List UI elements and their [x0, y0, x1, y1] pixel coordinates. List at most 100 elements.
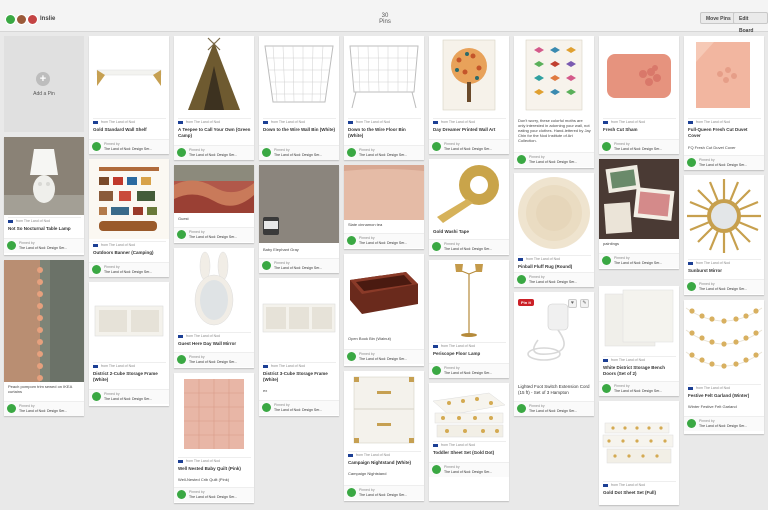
pin-card[interactable]: Peach pompom trim sewed on IKEA curtains… [4, 260, 84, 416]
pinner-avatar[interactable] [602, 384, 611, 393]
pin-title[interactable]: Festive Felt Garland (Winter) [688, 393, 761, 399]
pin-source[interactable]: from The Land of Nod [688, 384, 761, 392]
pin-image-rug[interactable] [514, 173, 594, 253]
pin-source[interactable]: from The Land of Nod [433, 441, 506, 449]
pin-card[interactable]: from The Land of Nod A Teepee to Call Yo… [174, 36, 254, 160]
pinner-avatar[interactable] [347, 236, 356, 245]
pinner-board-name[interactable]: The Land of Nod: Design Ser... [189, 360, 237, 364]
pinner-board-name[interactable]: The Land of Nod: Design Ser... [359, 357, 407, 361]
pin-title[interactable]: White District Storage Bench Doors (Set … [603, 365, 676, 376]
pinner-avatar[interactable] [687, 419, 696, 428]
pinner-info[interactable]: Pinned by The Land of Nod: Design Ser... [4, 401, 84, 416]
pinner-board-name[interactable]: The Land of Nod: Design Ser... [274, 153, 322, 157]
pinner-info[interactable]: Pinned by The Land of Nod: Design Ser... [89, 139, 169, 154]
pinner-info[interactable]: Pinned by The Land of Nod: Design Ser... [514, 152, 594, 167]
pin-image-nightstand[interactable] [344, 371, 424, 449]
pinner-board-name[interactable]: The Land of Nod: Design Ser... [614, 389, 662, 393]
pin-card[interactable]: from The Land of Nod Down to the Wire Fl… [344, 36, 424, 160]
pinner-board-name[interactable]: The Land of Nod: Design Ser... [529, 409, 577, 413]
pinner-info[interactable]: Pinned by The Land of Nod: Design Ser... [259, 258, 339, 273]
pin-image-paintings[interactable] [599, 159, 679, 239]
pinner-board-name[interactable]: The Land of Nod: Design Ser... [104, 270, 152, 274]
pinner-avatar[interactable] [687, 158, 696, 167]
pinner-board-name[interactable]: The Land of Nod: Design Ser... [189, 495, 237, 499]
pin-title[interactable]: Not So Nocturnal Table Lamp [8, 226, 81, 232]
pin-title[interactable]: District 2-Cube Storage Frame (White) [93, 371, 166, 382]
pin-title[interactable]: Gold Dot Sheet Set (Full) [603, 490, 676, 496]
pin-image-paint-swatch[interactable] [259, 165, 339, 243]
pin-card[interactable]: from The Land of Nod Gold Dot Sheet Set … [599, 401, 679, 505]
pin-title[interactable]: Lighted Foot Switch Extension Cord (15 f… [518, 384, 591, 395]
pin-card[interactable]: from The Land of Nod Guest Here Day Wall… [174, 248, 254, 368]
pinner-info[interactable]: Pinned by The Land of Nod: Design Ser... [429, 139, 509, 154]
pin-image-shelf[interactable] [89, 36, 169, 116]
pinner-board-name[interactable]: The Land of Nod: Design Ser... [444, 470, 492, 474]
pinner-avatar[interactable] [517, 155, 526, 164]
pin-card[interactable]: from The Land of Nod Full-Queen Fresh Cu… [684, 36, 764, 170]
pinner-board-name[interactable]: The Land of Nod: Design Ser... [19, 246, 67, 250]
pin-source[interactable]: from The Land of Nod [93, 118, 166, 126]
pinner-board-name[interactable]: The Land of Nod: Design Ser... [699, 424, 747, 428]
pin-card[interactable]: Baby Elephant Gray Pinned by The Land of … [259, 165, 339, 273]
pinner-info[interactable]: Pinned by The Land of Nod: Design Ser... [89, 389, 169, 404]
pin-card[interactable]: Gold Washi Tape Pinned by The Land of Nod… [429, 159, 509, 255]
pinner-avatar[interactable] [347, 488, 356, 497]
pinner-info[interactable]: Pinned by The Land of Nod: Design Ser... [344, 145, 424, 160]
pin-card[interactable]: from The Land of Nod District 3-Cube Sto… [259, 278, 339, 416]
pin-title[interactable]: Fresh Cut Sham [603, 127, 676, 133]
pin-title[interactable]: Sunburst Mirror [688, 268, 761, 274]
pin-image-wall-bin[interactable] [259, 36, 339, 116]
pin-card[interactable]: from The Land of Nod Not So Nocturnal Ta… [4, 137, 84, 255]
pinner-avatar[interactable] [177, 148, 186, 157]
pin-source[interactable]: from The Land of Nod [433, 118, 506, 126]
pin-source[interactable]: from The Land of Nod [178, 118, 251, 126]
pinner-avatar[interactable] [177, 490, 186, 499]
pin-title[interactable]: Day Dreamer Printed Wall Art [433, 127, 506, 133]
pinner-info[interactable]: Pinned by The Land of Nod: Design Ser... [174, 352, 254, 367]
pin-image-bench-doors[interactable] [599, 286, 679, 354]
pin-title[interactable]: Full-Queen Fresh Cut Duvet Cover [688, 127, 761, 138]
pin-image-lamp[interactable] [4, 137, 84, 215]
pinner-avatar[interactable] [262, 261, 271, 270]
pinner-info[interactable]: Pinned by The Land of Nod: Design Ser... [429, 462, 509, 477]
pin-card[interactable]: from The Land of Nod Well Nested Baby Qu… [174, 373, 254, 503]
pin-card[interactable]: from The Land of Nod White District Stor… [599, 286, 679, 396]
pin-card[interactable]: from The Land of Nod Periscope Floor Lam… [429, 260, 509, 378]
pin-card[interactable]: from The Land of Nod Outdoors Banner (Ca… [89, 159, 169, 277]
pin-source[interactable]: from The Land of Nod [688, 259, 761, 267]
pinner-info[interactable]: Pinned by The Land of Nod: Design Ser... [89, 262, 169, 277]
pinner-info[interactable]: Pinned by The Land of Nod: Design Ser... [514, 272, 594, 287]
pin-it-button[interactable]: Pin it [518, 299, 534, 306]
pinner-board-name[interactable]: The Land of Nod: Design Ser... [444, 371, 492, 375]
collaborator-avatar[interactable] [27, 14, 38, 25]
pin-image-floor-lamp[interactable] [429, 260, 509, 340]
pinner-info[interactable]: Pinned by The Land of Nod: Design Ser... [4, 238, 84, 253]
pinner-avatar[interactable] [347, 352, 356, 361]
pinner-avatar[interactable] [347, 148, 356, 157]
pin-title[interactable]: Periscope Floor Lamp [433, 351, 506, 357]
pin-title[interactable]: Outdoors Banner (Camping) [93, 250, 166, 256]
pinner-info[interactable]: Pinned by The Land of Nod: Design Ser... [344, 233, 424, 248]
pinner-avatar[interactable] [7, 404, 16, 413]
add-pin-card[interactable]: + Add a Pin [4, 36, 84, 132]
pinner-board-name[interactable]: The Land of Nod: Design Ser... [104, 147, 152, 151]
pin-image-banner[interactable] [89, 159, 169, 239]
pinner-avatar[interactable] [177, 355, 186, 364]
pinner-info[interactable]: Pinned by The Land of Nod: Design Ser... [344, 349, 424, 364]
pinner-avatar[interactable] [432, 366, 441, 375]
pin-source[interactable]: from The Land of Nod [603, 356, 676, 364]
edit-pencil-icon[interactable]: ✎ [580, 299, 589, 308]
pin-image-dot-sheets[interactable] [599, 401, 679, 479]
pinner-info[interactable]: Pinned by The Land of Nod: Design Ser... [684, 279, 764, 294]
pin-image-baby-quilt[interactable] [174, 373, 254, 455]
board-owner-avatar[interactable] [5, 14, 16, 25]
pin-title[interactable]: Gold Washi Tape [433, 229, 506, 235]
pin-title[interactable]: Gold Standard Wall Shelf [93, 127, 166, 133]
pin-card[interactable]: from The Land of Nod Down to the Wire Wa… [259, 36, 339, 160]
pin-image-storage-frame[interactable] [89, 282, 169, 360]
edit-board-button[interactable]: Edit Board [733, 12, 768, 34]
pin-source[interactable]: from The Land of Nod [93, 362, 166, 370]
pin-title[interactable]: Down to the Wire Floor Bin (White) [348, 127, 421, 138]
pin-card[interactable]: from The Land of Nod District 2-Cube Sto… [89, 282, 169, 406]
pin-image-washi-tape[interactable] [429, 159, 509, 225]
